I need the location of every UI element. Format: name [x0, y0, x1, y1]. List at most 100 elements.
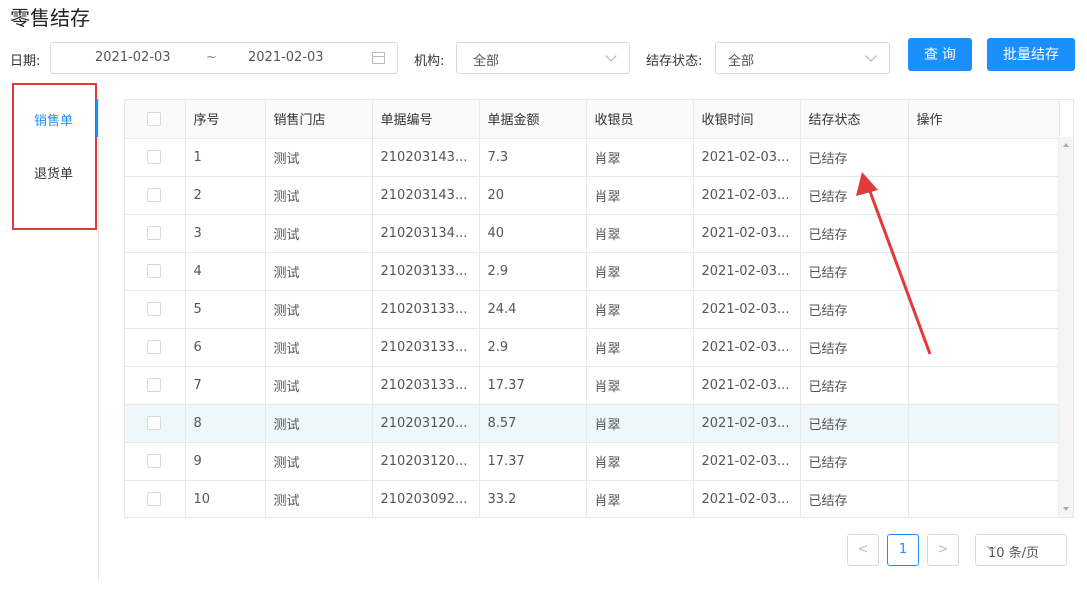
cell-cashier: 肖翠 [586, 290, 694, 329]
query-button[interactable]: 查 询 [908, 38, 972, 71]
cell-store: 测试 [265, 252, 373, 291]
pagination-page-1[interactable]: 1 [887, 534, 919, 566]
row-checkbox[interactable] [147, 378, 161, 392]
cell-store: 测试 [265, 290, 373, 329]
status-label: 结存状态: [646, 54, 703, 69]
cell-cashier: 肖翠 [586, 366, 694, 405]
row-checkbox[interactable] [147, 416, 161, 430]
org-label: 机构: [414, 54, 445, 69]
date-range-separator: ~ [206, 50, 217, 65]
table-row[interactable]: 8 测试 210203120... 8.57 肖翠 2021-02-03... … [125, 404, 1060, 443]
cell-amount: 40 [479, 214, 587, 253]
cell-code: 210203133... [372, 252, 480, 291]
cell-time: 2021-02-03... [693, 442, 801, 481]
row-checkbox[interactable] [147, 454, 161, 468]
cell-store: 测试 [265, 214, 373, 253]
cell-time: 2021-02-03... [693, 176, 801, 215]
col-header-time: 收银时间 [693, 100, 801, 139]
data-table: 序号 销售门店 单据编号 单据金额 收银员 收银时间 结存状态 操作 1 测试 … [124, 99, 1074, 518]
org-select-value: 全部 [473, 54, 500, 69]
cell-actions [908, 366, 1060, 405]
cell-cashier: 肖翠 [586, 138, 694, 177]
cell-actions [908, 290, 1060, 329]
date-start-value[interactable]: 2021-02-03 [95, 50, 171, 65]
side-nav-item-sales[interactable]: 销售单 [34, 110, 73, 129]
cell-code: 210203143... [372, 138, 480, 177]
row-checkbox[interactable] [147, 188, 161, 202]
cell-store: 测试 [265, 442, 373, 481]
cell-status: 已结存 [800, 176, 909, 215]
cell-amount: 17.37 [479, 442, 587, 481]
row-checkbox[interactable] [147, 340, 161, 354]
col-header-cashier: 收银员 [586, 100, 694, 139]
cell-code: 210203134... [372, 214, 480, 253]
cell-actions [908, 480, 1060, 517]
side-nav: 销售单 退货单 [12, 83, 98, 230]
row-checkbox[interactable] [147, 302, 161, 316]
table-row[interactable]: 5 测试 210203133... 24.4 肖翠 2021-02-03... … [125, 290, 1060, 329]
cell-status: 已结存 [800, 328, 909, 367]
cell-store: 测试 [265, 366, 373, 405]
cell-amount: 17.37 [479, 366, 587, 405]
batch-settle-button[interactable]: 批量结存 [987, 38, 1075, 71]
cell-cashier: 肖翠 [586, 480, 694, 517]
cell-cashier: 肖翠 [586, 176, 694, 215]
cell-no: 6 [185, 328, 266, 367]
table-row[interactable]: 9 测试 210203120... 17.37 肖翠 2021-02-03...… [125, 442, 1060, 481]
cell-time: 2021-02-03... [693, 252, 801, 291]
date-end-value[interactable]: 2021-02-03 [248, 50, 324, 65]
row-checkbox[interactable] [147, 150, 161, 164]
cell-store: 测试 [265, 328, 373, 367]
cell-code: 210203120... [372, 404, 480, 443]
table-row[interactable]: 2 测试 210203143... 20 肖翠 2021-02-03... 已结… [125, 176, 1060, 215]
calendar-icon[interactable] [372, 52, 385, 64]
cell-code: 210203092... [372, 480, 480, 517]
cell-no: 2 [185, 176, 266, 215]
cell-actions [908, 442, 1060, 481]
status-select-value: 全部 [728, 54, 755, 69]
date-range-picker[interactable]: 2021-02-03 ~ 2021-02-03 [50, 42, 398, 74]
cell-status: 已结存 [800, 404, 909, 443]
cell-time: 2021-02-03... [693, 138, 801, 177]
org-select[interactable]: 全部 [456, 42, 630, 74]
cell-no: 8 [185, 404, 266, 443]
cell-code: 210203133... [372, 328, 480, 367]
cell-status: 已结存 [800, 480, 909, 517]
table-row[interactable]: 10 测试 210203092... 33.2 肖翠 2021-02-03...… [125, 480, 1060, 517]
select-all-checkbox[interactable] [147, 111, 161, 126]
cell-code: 210203133... [372, 366, 480, 405]
cell-time: 2021-02-03... [693, 366, 801, 405]
table-row[interactable]: 7 测试 210203133... 17.37 肖翠 2021-02-03...… [125, 366, 1060, 405]
table-row[interactable]: 3 测试 210203134... 40 肖翠 2021-02-03... 已结… [125, 214, 1060, 253]
status-select[interactable]: 全部 [715, 42, 890, 74]
cell-amount: 20 [479, 176, 587, 215]
scroll-up-icon[interactable] [1063, 143, 1069, 147]
col-header-no: 序号 [185, 100, 266, 139]
cell-store: 测试 [265, 176, 373, 215]
pagination-next-button[interactable]: > [927, 534, 959, 566]
cell-time: 2021-02-03... [693, 214, 801, 253]
cell-code: 210203143... [372, 176, 480, 215]
table-row[interactable]: 4 测试 210203133... 2.9 肖翠 2021-02-03... 已… [125, 252, 1060, 291]
row-checkbox[interactable] [147, 492, 161, 506]
page-title: 零售结存 [10, 6, 90, 30]
cell-time: 2021-02-03... [693, 290, 801, 329]
cell-amount: 8.57 [479, 404, 587, 443]
table-row[interactable]: 1 测试 210203143... 7.3 肖翠 2021-02-03... 已… [125, 138, 1060, 177]
cell-status: 已结存 [800, 290, 909, 329]
cell-cashier: 肖翠 [586, 328, 694, 367]
cell-actions [908, 176, 1060, 215]
cell-time: 2021-02-03... [693, 404, 801, 443]
cell-amount: 33.2 [479, 480, 587, 517]
table-scrollbar[interactable] [1058, 137, 1073, 517]
cell-status: 已结存 [800, 214, 909, 253]
cell-actions [908, 404, 1060, 443]
pagination-prev-button[interactable]: < [847, 534, 879, 566]
page-size-select[interactable]: 10 条/页 [975, 534, 1067, 566]
cell-no: 10 [185, 480, 266, 517]
row-checkbox[interactable] [147, 226, 161, 240]
scroll-down-icon[interactable] [1063, 507, 1069, 511]
side-nav-item-returns[interactable]: 退货单 [34, 163, 73, 182]
row-checkbox[interactable] [147, 264, 161, 278]
table-row[interactable]: 6 测试 210203133... 2.9 肖翠 2021-02-03... 已… [125, 328, 1060, 367]
